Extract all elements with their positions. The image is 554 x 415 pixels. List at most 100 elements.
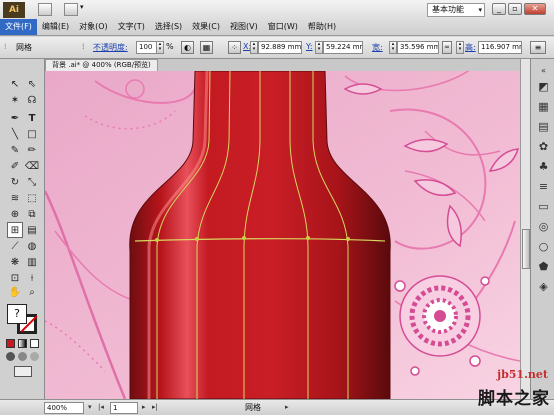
menu-help[interactable]: 帮助(H): [303, 19, 341, 35]
swatches-panel-icon[interactable]: ▤: [536, 119, 551, 134]
menu-effect[interactable]: 效果(C): [187, 19, 225, 35]
status-tool-label: 网格: [245, 403, 261, 412]
y-input[interactable]: 59.224 mm: [323, 41, 363, 54]
opacity-input[interactable]: 100: [136, 41, 158, 54]
width-label[interactable]: 宽:: [372, 42, 383, 53]
close-button[interactable]: ✕: [524, 3, 546, 15]
draw-behind-icon[interactable]: [18, 352, 27, 361]
warp-tool-icon[interactable]: ≋: [7, 191, 23, 207]
fill-swatch[interactable]: ?: [7, 304, 27, 324]
scale-tool-icon[interactable]: ⤡: [24, 175, 40, 191]
document-tab[interactable]: 背景 .ai* @ 400% (RGB/预览): [45, 59, 158, 71]
eraser-tool-icon[interactable]: ⌫: [24, 159, 40, 175]
gradient-panel-icon[interactable]: ▭: [536, 199, 551, 214]
gradient-mode-icon[interactable]: [18, 339, 27, 348]
first-artboard-icon[interactable]: |◂: [98, 403, 104, 411]
vertical-scrollbar[interactable]: [520, 59, 530, 399]
perspective-grid-tool-icon[interactable]: ⧉: [24, 207, 40, 223]
x-input[interactable]: 92.889 mm: [258, 41, 302, 54]
blend-tool-icon[interactable]: ◍: [24, 239, 40, 255]
bridge-button[interactable]: [38, 3, 52, 16]
mesh-tool-icon[interactable]: ⊞: [7, 222, 23, 238]
reference-point-icon[interactable]: ⁘: [228, 41, 241, 54]
artboard-select[interactable]: 1: [110, 402, 138, 414]
type-tool-icon[interactable]: T: [24, 111, 40, 127]
color-mode-icon[interactable]: [6, 339, 15, 348]
panel-dock: « ◩ ▦ ▤ ✿ ♣ ≡ ▭ ◎ ○ ⬟ ◈: [530, 59, 554, 399]
stroke-panel-icon[interactable]: ≡: [536, 179, 551, 194]
symbols-panel-icon[interactable]: ♣: [536, 159, 551, 174]
menu-window[interactable]: 窗口(W): [263, 19, 303, 35]
artboard-canvas[interactable]: [45, 71, 520, 399]
tools-panel: ↖ ⇖ ✶ ☊ ✒ T ╲ □ ✎ ✏ ✐ ⌫ ↻ ⤡ ≋ ⬚ ⊕ ⧉ ⊞ ▤ …: [0, 59, 45, 399]
menu-type[interactable]: 文字(T): [113, 19, 150, 35]
height-stepper[interactable]: ▴ ▾: [456, 41, 464, 54]
gradient-tool-icon[interactable]: ▤: [24, 223, 40, 239]
color-guide-icon[interactable]: ▦: [536, 99, 551, 114]
workspace-switcher[interactable]: 基本功能 ▾: [427, 3, 485, 17]
next-artboard-icon[interactable]: ▸: [142, 403, 146, 411]
menu-edit[interactable]: 编辑(E): [37, 19, 74, 35]
menu-file[interactable]: 文件(F): [0, 19, 37, 35]
chevron-down-icon[interactable]: ▾: [88, 403, 92, 411]
direct-selection-tool-icon[interactable]: ⇖: [24, 77, 40, 93]
pencil-tool-icon[interactable]: ✏: [24, 143, 40, 159]
pen-tool-icon[interactable]: ✒: [7, 111, 23, 127]
minimize-button[interactable]: _: [492, 3, 506, 15]
appearance-panel-icon[interactable]: ○: [536, 239, 551, 254]
magic-wand-tool-icon[interactable]: ✶: [7, 93, 23, 109]
restore-button[interactable]: ▫: [508, 3, 522, 15]
screen-mode-icon[interactable]: [14, 366, 32, 377]
transparency-panel-icon[interactable]: ◎: [536, 219, 551, 234]
rotate-tool-icon[interactable]: ↻: [7, 175, 23, 191]
brushes-panel-icon[interactable]: ✿: [536, 139, 551, 154]
column-graph-tool-icon[interactable]: ▥: [24, 255, 40, 271]
color-panel-icon[interactable]: ◩: [536, 79, 551, 94]
opacity-dropdown[interactable]: ▴ ▾: [156, 41, 164, 54]
recolor-icon[interactable]: ◐: [181, 41, 194, 54]
draw-inside-icon[interactable]: [30, 352, 39, 361]
last-artboard-icon[interactable]: ▸|: [152, 403, 158, 411]
chevron-down-icon: ▾: [478, 6, 482, 14]
graphic-styles-panel-icon[interactable]: ⬟: [536, 259, 551, 274]
shape-builder-tool-icon[interactable]: ⊕: [7, 207, 23, 223]
menu-view[interactable]: 视图(V): [225, 19, 263, 35]
lasso-tool-icon[interactable]: ☊: [24, 93, 40, 109]
y-stepper[interactable]: ▴ ▾: [315, 41, 323, 54]
x-stepper[interactable]: ▴ ▾: [250, 41, 258, 54]
none-mode-icon[interactable]: [30, 339, 39, 348]
menu-object[interactable]: 对象(O): [74, 19, 113, 35]
menu-select[interactable]: 选择(S): [150, 19, 187, 35]
zoom-tool-icon[interactable]: ⌕: [24, 285, 40, 301]
align-icon[interactable]: ▦: [200, 41, 213, 54]
blob-brush-tool-icon[interactable]: ✐: [7, 159, 23, 175]
draw-normal-icon[interactable]: [6, 352, 15, 361]
workspace-label: 基本功能: [432, 5, 464, 14]
layers-panel-icon[interactable]: ◈: [536, 279, 551, 294]
width-stepper[interactable]: ▴ ▾: [389, 41, 397, 54]
symbol-sprayer-tool-icon[interactable]: ❋: [7, 255, 23, 271]
free-transform-tool-icon[interactable]: ⬚: [24, 191, 40, 207]
opacity-unit: %: [166, 42, 174, 51]
line-tool-icon[interactable]: ╲: [7, 127, 23, 143]
eyedropper-tool-icon[interactable]: ⟋: [7, 239, 23, 255]
height-input[interactable]: 116.907 mr: [478, 41, 522, 54]
paintbrush-tool-icon[interactable]: ✎: [7, 143, 23, 159]
arrange-documents-button[interactable]: [64, 3, 78, 16]
hand-tool-icon[interactable]: ✋: [7, 285, 23, 301]
rectangle-tool-icon[interactable]: □: [24, 127, 40, 143]
collapse-icon[interactable]: «: [536, 63, 551, 78]
link-icon[interactable]: ∞: [442, 41, 452, 54]
opacity-link[interactable]: 不透明度:: [93, 42, 128, 53]
artwork: [45, 71, 520, 399]
status-menu-icon[interactable]: ▸: [285, 403, 289, 411]
y-label[interactable]: Y:: [306, 42, 313, 51]
status-bar: 400% ▾ |◂ 1 ▸ ▸| 网格 ▸: [0, 399, 554, 415]
chevron-down-icon[interactable]: ▾: [80, 3, 90, 16]
height-label[interactable]: 高:: [465, 42, 476, 53]
selection-tool-icon[interactable]: ↖: [7, 77, 23, 93]
panel-menu-icon[interactable]: ≡: [530, 41, 546, 54]
zoom-select[interactable]: 400%: [44, 402, 84, 414]
scrollbar-thumb[interactable]: [522, 229, 530, 269]
width-input[interactable]: 35.596 mm: [397, 41, 439, 54]
